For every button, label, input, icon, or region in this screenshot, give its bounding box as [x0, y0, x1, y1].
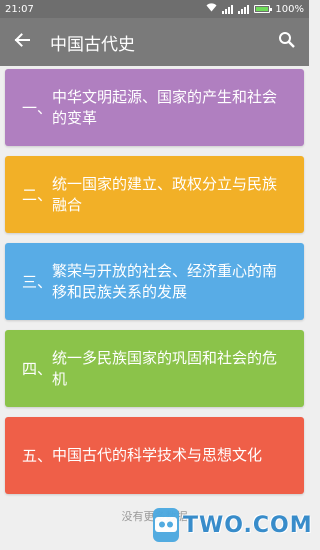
chapter-card-3[interactable]: 三、 繁荣与开放的社会、经济重心的南移和民族关系的发展	[5, 243, 304, 320]
signal-icon-2	[238, 4, 250, 14]
arrow-left-icon	[13, 31, 31, 53]
chapter-card-4[interactable]: 四、 统一多民族国家的巩固和社会的危机	[5, 330, 304, 407]
watermark-text: TWO.COM	[183, 512, 313, 538]
status-icons: 100%	[206, 3, 304, 15]
battery-level: 100%	[275, 3, 304, 15]
battery-icon	[254, 5, 273, 13]
signal-icon	[222, 4, 234, 14]
search-button[interactable]	[265, 18, 309, 66]
back-button[interactable]	[0, 18, 44, 66]
chapter-title: 统一国家的建立、政权分立与民族融合	[52, 174, 278, 214]
chapter-title: 中华文明起源、国家的产生和社会的变革	[52, 87, 278, 127]
status-time: 21:07	[5, 3, 34, 15]
watermark: TWO.COM	[153, 504, 312, 546]
search-icon	[278, 31, 296, 53]
chapter-number: 三、	[21, 273, 52, 291]
chapter-title: 中国古代的科学技术与思想文化	[52, 446, 263, 464]
chapter-title: 繁荣与开放的社会、经济重心的南移和民族关系的发展	[52, 261, 278, 301]
chapter-number: 一、	[21, 99, 52, 117]
page-title: 中国古代史	[50, 34, 135, 55]
chapter-card-2[interactable]: 二、 统一国家的建立、政权分立与民族融合	[5, 156, 304, 233]
chapter-card-5[interactable]: 五、 中国古代的科学技术与思想文化	[5, 417, 304, 494]
watermark-logo-icon	[153, 508, 179, 542]
chapter-title: 统一多民族国家的巩固和社会的危机	[52, 348, 278, 388]
status-bar: 21:07 100%	[0, 0, 309, 18]
wifi-icon	[206, 3, 217, 15]
chapter-number: 四、	[21, 360, 52, 378]
chapter-number: 五、	[21, 447, 52, 465]
toolbar: 中国古代史	[0, 18, 309, 66]
chapter-card-1[interactable]: 一、 中华文明起源、国家的产生和社会的变革	[5, 69, 304, 146]
chapter-number: 二、	[21, 186, 52, 204]
chapter-list: 一、 中华文明起源、国家的产生和社会的变革 二、 统一国家的建立、政权分立与民族…	[0, 66, 309, 550]
